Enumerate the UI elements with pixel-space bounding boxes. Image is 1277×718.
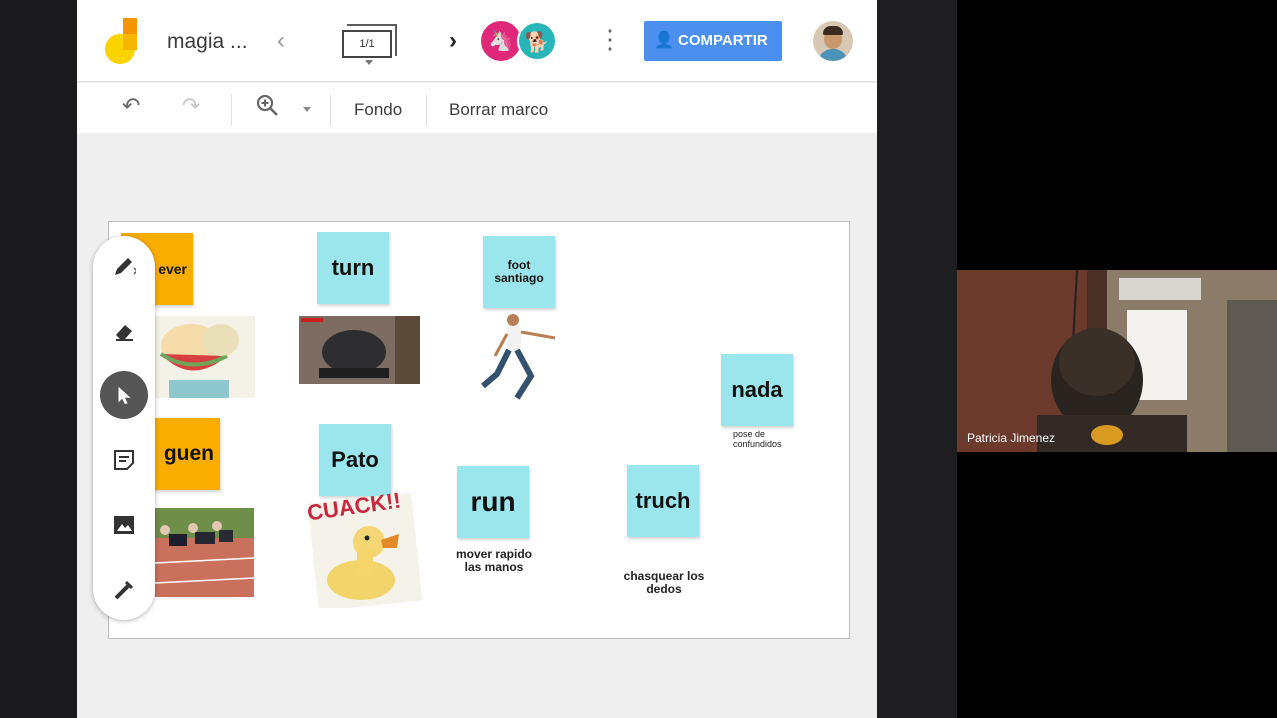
select-icon[interactable] bbox=[100, 371, 148, 419]
middle-gap bbox=[877, 0, 957, 718]
editing-toolbar: ↶ ↷ Fondo Borrar marco bbox=[77, 83, 877, 133]
sticky-note-foot-santiago[interactable]: foot santiago bbox=[483, 236, 555, 308]
redo-icon[interactable]: ↷ bbox=[182, 93, 200, 119]
collaborator-avatar-unicorn[interactable]: 🦄 bbox=[481, 21, 521, 61]
next-frame-icon[interactable]: › bbox=[449, 27, 457, 55]
toolbar-divider bbox=[231, 94, 232, 126]
pen-icon[interactable] bbox=[100, 242, 148, 290]
sticky-note-turn[interactable]: turn bbox=[317, 232, 389, 304]
jamboard-app: magia ... ‹ 1/1 › 🦄 🐕 ⋮ 👤 COMPARTIR ↶ ↷ bbox=[77, 0, 877, 718]
sticky-note-run[interactable]: run bbox=[457, 466, 529, 538]
undo-icon[interactable]: ↶ bbox=[122, 93, 140, 119]
previous-frame-icon[interactable]: ‹ bbox=[277, 27, 285, 55]
collaborator-avatar-animal[interactable]: 🐕 bbox=[517, 21, 557, 61]
cartoon-watermelon-image[interactable] bbox=[151, 316, 255, 398]
caption-chasquear-los-dedos: chasquear los dedos bbox=[623, 569, 705, 596]
more-options-icon[interactable]: ⋮ bbox=[597, 24, 623, 54]
laser-icon[interactable] bbox=[100, 566, 148, 614]
sticky-note-guen[interactable]: guen bbox=[148, 418, 220, 490]
sticky-note-nada[interactable]: nada bbox=[721, 354, 793, 426]
zoom-dropdown-icon[interactable] bbox=[303, 107, 311, 112]
frame-counter-label: 1/1 bbox=[342, 30, 392, 58]
jumping-man-image[interactable] bbox=[477, 310, 561, 406]
caption-pose-de-confundidos: pose de confundidos bbox=[733, 429, 782, 449]
cat-video-image[interactable] bbox=[299, 316, 420, 384]
chevron-down-icon bbox=[365, 60, 373, 65]
share-icon: 👤 bbox=[654, 32, 674, 49]
document-title[interactable]: magia ... bbox=[167, 30, 248, 54]
toolbar-divider bbox=[426, 94, 427, 126]
video-call-panel: Patricia Jimenez bbox=[957, 0, 1277, 718]
share-button[interactable]: 👤 COMPARTIR bbox=[644, 21, 782, 61]
image-icon[interactable] bbox=[100, 501, 148, 549]
background-button[interactable]: Fondo bbox=[354, 100, 402, 120]
left-margin bbox=[0, 0, 77, 718]
tool-rail bbox=[93, 236, 155, 620]
frame-counter[interactable]: 1/1 bbox=[341, 24, 397, 65]
share-button-label: COMPARTIR bbox=[678, 32, 768, 49]
participant-video-tile[interactable]: Patricia Jimenez bbox=[957, 270, 1277, 452]
sticky-note-icon[interactable] bbox=[100, 436, 148, 484]
sticky-note-truch[interactable]: truch bbox=[627, 465, 699, 537]
zoom-icon[interactable] bbox=[255, 93, 279, 123]
caption-mover-rapido: mover rapido las manos bbox=[455, 547, 533, 574]
eraser-icon[interactable] bbox=[100, 307, 148, 355]
app-header: magia ... ‹ 1/1 › 🦄 🐕 ⋮ 👤 COMPARTIR bbox=[77, 0, 877, 82]
jamboard-logo bbox=[105, 18, 139, 64]
user-avatar[interactable] bbox=[813, 21, 853, 61]
clear-frame-button[interactable]: Borrar marco bbox=[449, 100, 548, 120]
race-start-image[interactable] bbox=[155, 508, 254, 597]
toolbar-divider bbox=[330, 94, 331, 126]
participant-name: Patricia Jimenez bbox=[967, 431, 1056, 445]
whiteboard-canvas[interactable]: ever guen turn foot santiago nada pose d… bbox=[108, 221, 850, 639]
screen: magia ... ‹ 1/1 › 🦄 🐕 ⋮ 👤 COMPARTIR ↶ ↷ bbox=[0, 0, 1277, 718]
